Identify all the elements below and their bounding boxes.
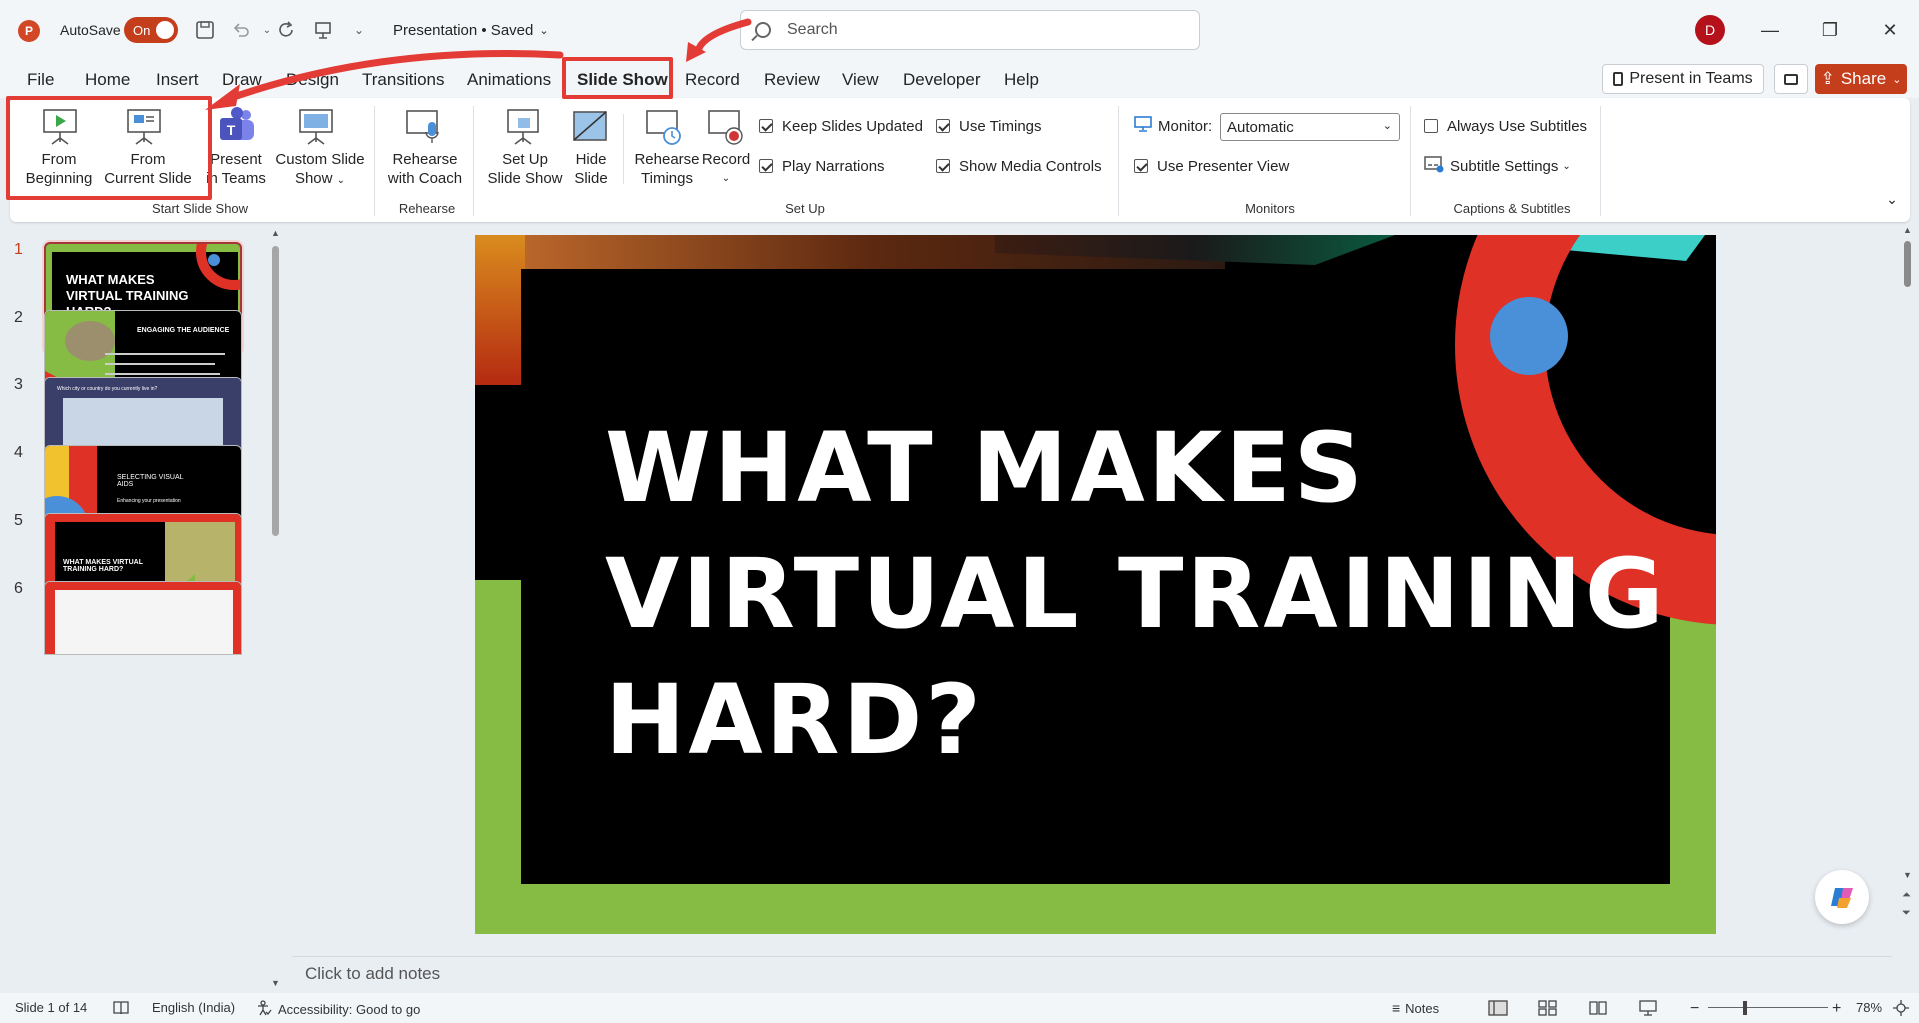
annotation-arrows (205, 18, 752, 110)
